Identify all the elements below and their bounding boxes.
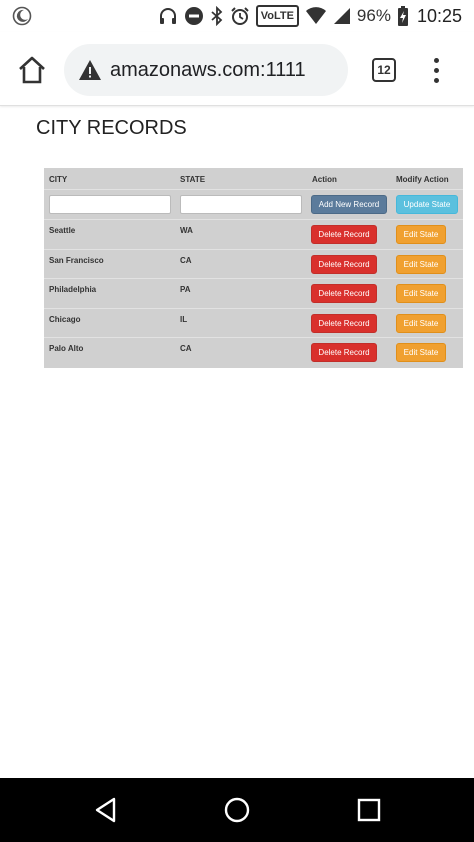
- city-input[interactable]: [49, 195, 171, 214]
- row-divider: [44, 219, 463, 220]
- volte-badge: VoLTE: [255, 5, 299, 27]
- state-cell: WA: [180, 226, 193, 235]
- url-text[interactable]: amazonaws.com:1111: [110, 59, 306, 82]
- bluetooth-icon: [210, 5, 224, 27]
- city-cell: Philadelphia: [49, 285, 97, 294]
- state-cell: IL: [180, 315, 188, 324]
- home-icon[interactable]: [16, 54, 48, 86]
- nav-back-icon[interactable]: [92, 796, 120, 824]
- status-icons: VoLTE 96% 10:25: [158, 4, 462, 28]
- state-cell: CA: [180, 344, 192, 353]
- system-nav-bar: [0, 778, 474, 842]
- add-new-record-button[interactable]: Add New Record: [311, 195, 387, 214]
- more-vert-icon[interactable]: [426, 54, 446, 86]
- update-state-button[interactable]: Update State: [396, 195, 458, 214]
- nav-recents-icon[interactable]: [355, 796, 383, 824]
- clock: 10:25: [416, 5, 462, 26]
- headphones-icon: [158, 5, 178, 27]
- state-input[interactable]: [180, 195, 302, 214]
- city-cell: Seattle: [49, 226, 76, 235]
- tab-switcher-button[interactable]: 12: [372, 58, 396, 82]
- city-cell: Chicago: [49, 315, 81, 324]
- header-divider: [44, 189, 463, 190]
- delete-record-button[interactable]: Delete Record: [311, 255, 377, 274]
- header-action: Action: [312, 175, 337, 184]
- alarm-icon: [230, 5, 250, 27]
- do-not-disturb-icon: [184, 5, 204, 27]
- edit-state-button[interactable]: Edit State: [396, 255, 446, 274]
- edit-state-button[interactable]: Edit State: [396, 343, 446, 362]
- state-cell: PA: [180, 285, 191, 294]
- city-cell: San Francisco: [49, 256, 104, 265]
- header-city: CITY: [49, 175, 68, 184]
- battery-percent: 96%: [356, 6, 391, 25]
- row-divider: [44, 249, 463, 250]
- address-bar[interactable]: amazonaws.com:1111: [64, 44, 348, 96]
- nav-home-icon[interactable]: [223, 796, 251, 824]
- signal-icon: [333, 5, 351, 27]
- edit-state-button[interactable]: Edit State: [396, 225, 446, 244]
- city-cell: Palo Alto: [49, 344, 84, 353]
- page-title: CITY RECORDS: [36, 117, 187, 139]
- warning-icon[interactable]: [78, 58, 102, 82]
- edit-state-button[interactable]: Edit State: [396, 314, 446, 333]
- battery-charging-icon: [397, 5, 409, 27]
- header-state: STATE: [180, 175, 206, 184]
- delete-record-button[interactable]: Delete Record: [311, 343, 377, 362]
- state-cell: CA: [180, 256, 192, 265]
- row-divider: [44, 278, 463, 279]
- browser-toolbar: amazonaws.com:1111 12: [0, 32, 474, 106]
- header-modify-action: Modify Action: [396, 175, 449, 184]
- delete-record-button[interactable]: Delete Record: [311, 314, 377, 333]
- edit-state-button[interactable]: Edit State: [396, 284, 446, 303]
- status-bar: VoLTE 96% 10:25: [0, 0, 474, 32]
- row-divider: [44, 337, 463, 338]
- wifi-icon: [305, 5, 327, 27]
- moon-icon: [12, 6, 32, 26]
- row-divider: [44, 308, 463, 309]
- delete-record-button[interactable]: Delete Record: [311, 284, 377, 303]
- records-table: CITY STATE Action Modify Action Add New …: [44, 168, 463, 368]
- delete-record-button[interactable]: Delete Record: [311, 225, 377, 244]
